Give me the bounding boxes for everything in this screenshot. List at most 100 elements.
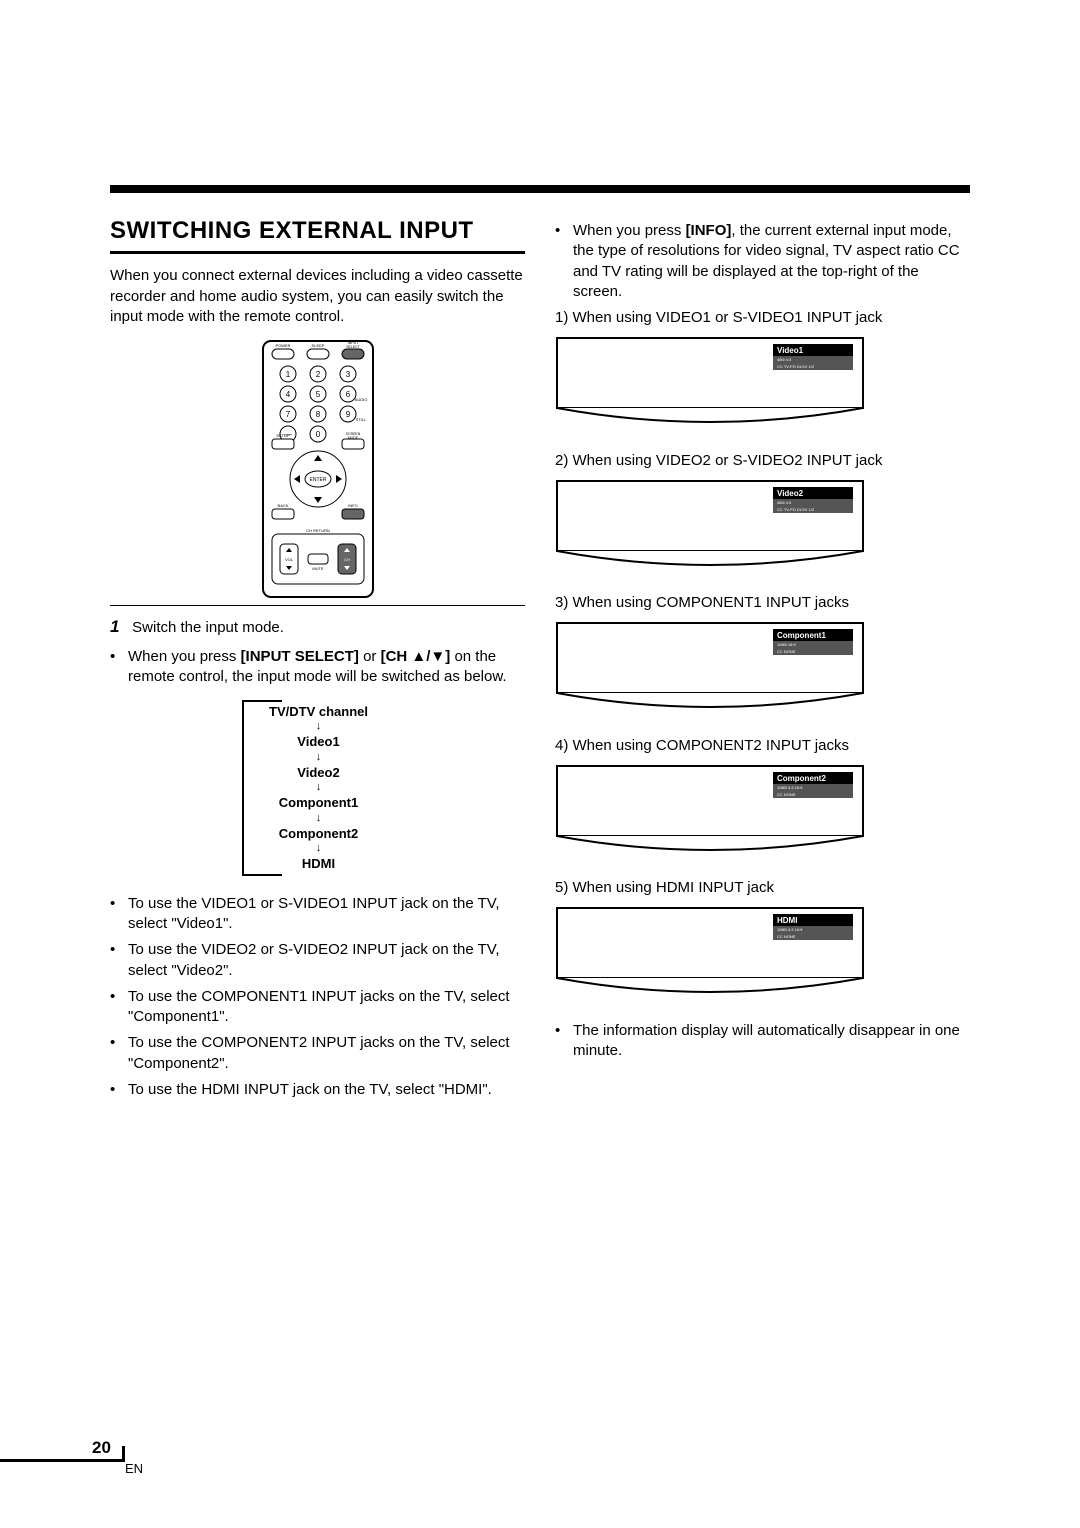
svg-text:4: 4 bbox=[285, 390, 290, 399]
page-number: 20 bbox=[92, 1438, 111, 1458]
bullet-dot: • bbox=[555, 1021, 573, 1062]
svg-text:2: 2 bbox=[315, 370, 320, 379]
input-cycle-diagram: TV/DTV channel↓Video1↓Video2↓Component1↓… bbox=[110, 700, 525, 876]
down-arrow-icon: ↓ bbox=[244, 813, 394, 824]
tv-screen-icon: Video2 480i 4:3 CC TV-PG DLSV 1/2 bbox=[555, 479, 865, 569]
svg-text:VOL: VOL bbox=[284, 557, 293, 562]
osd-example: 2) When using VIDEO2 or S-VIDEO2 INPUT j… bbox=[555, 451, 970, 576]
svg-text:SLEEP: SLEEP bbox=[311, 343, 324, 348]
bullet-dot: • bbox=[110, 987, 128, 1028]
osd-line2: CC TV-PG DLSV 1/2 bbox=[777, 364, 815, 369]
tv-screen-icon: Component11080i 16:9CC NONE bbox=[555, 621, 865, 711]
section-intro: When you connect external devices includ… bbox=[110, 266, 525, 327]
osd-line1: 1080i 4:3 16:9 bbox=[777, 927, 803, 932]
svg-text:3: 3 bbox=[345, 370, 350, 379]
input-use-bullet: •To use the VIDEO2 or S-VIDEO2 INPUT jac… bbox=[110, 940, 525, 981]
bullet-text: The information display will automatical… bbox=[573, 1021, 970, 1062]
down-arrow-icon: ↓ bbox=[244, 752, 394, 763]
svg-text:INFO: INFO bbox=[348, 503, 358, 508]
bullet-text: When you press [INPUT SELECT] or [CH ▲/▼… bbox=[128, 647, 525, 688]
hairline-divider bbox=[110, 605, 525, 606]
manual-page: SWITCHING EXTERNAL INPUT When you connec… bbox=[0, 0, 1080, 1528]
osd-caption: 5) When using HDMI INPUT jack bbox=[555, 878, 970, 898]
bullet-text: To use the COMPONENT2 INPUT jacks on the… bbox=[128, 1033, 525, 1074]
bullet-dot: • bbox=[110, 647, 128, 688]
right-column: • When you press [INFO], the current ext… bbox=[555, 215, 970, 1106]
svg-text:SETUP: SETUP bbox=[276, 433, 290, 438]
info-bullet-block: • When you press [INFO], the current ext… bbox=[555, 221, 970, 302]
section-title: SWITCHING EXTERNAL INPUT bbox=[110, 215, 525, 254]
osd-line2: CC NONE bbox=[777, 934, 796, 939]
svg-text:ENTER: ENTER bbox=[309, 477, 326, 483]
osd-line1: 480i 4:3 bbox=[777, 500, 792, 505]
svg-text:MODE: MODE bbox=[347, 436, 358, 440]
input-use-bullet: •To use the COMPONENT1 INPUT jacks on th… bbox=[110, 987, 525, 1028]
svg-text:6: 6 bbox=[345, 390, 350, 399]
cycle-item: TV/DTV channel bbox=[244, 702, 394, 722]
bullet-text: To use the COMPONENT1 INPUT jacks on the… bbox=[128, 987, 525, 1028]
osd-title: HDMI bbox=[777, 916, 797, 925]
osd-example: 3) When using COMPONENT1 INPUT jacks Comp… bbox=[555, 593, 970, 718]
osd-caption: 1) When using VIDEO1 or S-VIDEO1 INPUT j… bbox=[555, 308, 970, 328]
svg-text:POWER: POWER bbox=[275, 343, 290, 348]
down-arrow-icon: ↓ bbox=[244, 782, 394, 793]
svg-text:CH RETURN: CH RETURN bbox=[306, 528, 330, 533]
svg-text:7: 7 bbox=[285, 410, 290, 419]
bullet-text: To use the VIDEO1 or S-VIDEO1 INPUT jack… bbox=[128, 894, 525, 935]
header-rule bbox=[110, 185, 970, 193]
svg-text:MUTE: MUTE bbox=[312, 566, 324, 571]
osd-line1: 480i 4:3 bbox=[777, 357, 792, 362]
osd-caption: 4) When using COMPONENT2 INPUT jacks bbox=[555, 736, 970, 756]
osd-line2: CC NONE bbox=[777, 649, 796, 654]
osd-title: Video1 bbox=[777, 346, 804, 355]
two-column-layout: SWITCHING EXTERNAL INPUT When you connec… bbox=[110, 215, 970, 1106]
input-use-bullet: •To use the COMPONENT2 INPUT jacks on th… bbox=[110, 1033, 525, 1074]
osd-examples: 1) When using VIDEO1 or S-VIDEO1 INPUT j… bbox=[555, 308, 970, 1003]
step1-bullets: • When you press [INPUT SELECT] or [CH ▲… bbox=[110, 647, 525, 688]
svg-text:0: 0 bbox=[315, 430, 320, 439]
osd-title: Component2 bbox=[777, 774, 826, 783]
step-1-line: 1 Switch the input mode. bbox=[110, 616, 525, 639]
svg-text:AUDIO: AUDIO bbox=[354, 397, 367, 402]
svg-text:CH: CH bbox=[344, 557, 350, 562]
tv-screen-icon: Video1 480i 4:3 CC TV-PG DLSV 1/2 bbox=[555, 336, 865, 426]
osd-example: 4) When using COMPONENT2 INPUT jacks Comp… bbox=[555, 736, 970, 861]
osd-line2: CC TV-PG DLSV 1/2 bbox=[777, 507, 815, 512]
input-use-bullet: •To use the HDMI INPUT jack on the TV, s… bbox=[110, 1080, 525, 1100]
bullet-dot: • bbox=[110, 1033, 128, 1074]
bullet-dot: • bbox=[110, 940, 128, 981]
tv-screen-icon: HDMI 1080i 4:3 16:9 CC NONE bbox=[555, 906, 865, 996]
osd-example: 1) When using VIDEO1 or S-VIDEO1 INPUT j… bbox=[555, 308, 970, 433]
svg-text:8: 8 bbox=[315, 410, 320, 419]
svg-text:9: 9 bbox=[345, 410, 350, 419]
cycle-item: HDMI bbox=[244, 854, 394, 874]
tv-screen-icon: Component2 1080i 4:3 16:9 CC NONE bbox=[555, 764, 865, 854]
left-column: SWITCHING EXTERNAL INPUT When you connec… bbox=[110, 215, 525, 1106]
input-use-bullet: •To use the VIDEO1 or S-VIDEO1 INPUT jac… bbox=[110, 894, 525, 935]
svg-text:1: 1 bbox=[285, 370, 290, 379]
bullet-dot: • bbox=[555, 221, 573, 302]
osd-line2: CC NONE bbox=[777, 792, 796, 797]
svg-text:BACK: BACK bbox=[277, 503, 288, 508]
bullet-text: To use the VIDEO2 or S-VIDEO2 INPUT jack… bbox=[128, 940, 525, 981]
bullet-text: When you press [INFO], the current exter… bbox=[573, 221, 970, 302]
cycle-item: Component1 bbox=[244, 793, 394, 813]
trailing-bullet-block: • The information display will automatic… bbox=[555, 1021, 970, 1062]
step1-bullet: • When you press [INPUT SELECT] or [CH ▲… bbox=[110, 647, 525, 688]
bullet-text: To use the HDMI INPUT jack on the TV, se… bbox=[128, 1080, 492, 1100]
remote-svg: POWER SLEEP INPUT SELECT 123456789—0 AUD… bbox=[258, 339, 378, 599]
osd-title: Video2 bbox=[777, 489, 804, 498]
svg-text:SELECT: SELECT bbox=[346, 345, 360, 349]
svg-text:STILL: STILL bbox=[355, 417, 366, 422]
info-bullet: • When you press [INFO], the current ext… bbox=[555, 221, 970, 302]
osd-title: Component1 bbox=[777, 631, 826, 640]
cycle-item: Video1 bbox=[244, 732, 394, 752]
osd-caption: 3) When using COMPONENT1 INPUT jacks bbox=[555, 593, 970, 613]
bullet-dot: • bbox=[110, 1080, 128, 1100]
down-arrow-icon: ↓ bbox=[244, 843, 394, 854]
page-language: EN bbox=[125, 1461, 143, 1476]
step-text: Switch the input mode. bbox=[132, 619, 284, 636]
remote-illustration: POWER SLEEP INPUT SELECT 123456789—0 AUD… bbox=[110, 339, 525, 599]
bullet-dot: • bbox=[110, 894, 128, 935]
osd-line1: 1080i 4:3 16:9 bbox=[777, 785, 803, 790]
